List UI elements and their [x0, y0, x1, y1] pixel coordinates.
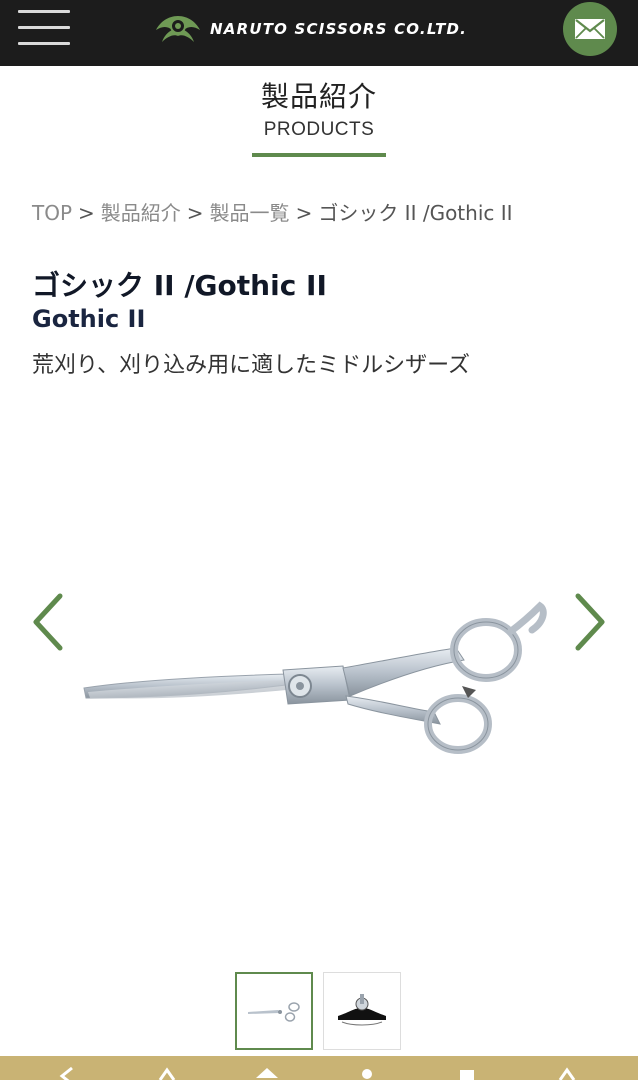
mail-icon [575, 19, 605, 39]
square-icon[interactable] [452, 1066, 482, 1080]
breadcrumb-separator: > [78, 201, 95, 225]
scissors-side-thumbnail-image [248, 1002, 300, 1022]
gallery-thumbnails [235, 972, 401, 1050]
home-icon[interactable] [252, 1066, 282, 1080]
thumbnail-scissors-closeup[interactable] [323, 972, 401, 1050]
footer-nav-bar [0, 1056, 638, 1080]
chevron-left-icon[interactable] [52, 1066, 82, 1080]
breadcrumb: TOP > 製品紹介 > 製品一覧 > ゴシック II /Gothic II [32, 197, 513, 226]
arrow-up-icon[interactable] [152, 1066, 182, 1080]
section-underline [252, 153, 386, 157]
product-description: 荒刈り、刈り込み用に適したミドルシザーズ [32, 353, 471, 378]
hamburger-menu-button[interactable] [18, 8, 72, 48]
product-title: ゴシック II /Gothic II [32, 269, 327, 302]
scissors-closeup-thumbnail-image [338, 994, 386, 1026]
logo-emblem-icon [156, 16, 200, 42]
person-icon[interactable] [352, 1066, 382, 1080]
product-subtitle: Gothic II [32, 305, 146, 333]
chevron-left-icon [33, 593, 63, 651]
chevron-right-icon [575, 593, 605, 651]
contact-mail-button[interactable] [563, 2, 617, 56]
section-title-jp: 製品紹介 [260, 80, 377, 113]
site-logo[interactable]: NARUTO SCISSORS CO.LTD. [154, 12, 467, 46]
breadcrumb-top-link[interactable]: TOP [32, 201, 72, 225]
breadcrumb-product-list-link[interactable]: 製品一覧 [210, 201, 290, 225]
brand-name: NARUTO SCISSORS CO.LTD. [210, 20, 468, 38]
gallery-next-button[interactable] [570, 590, 610, 654]
breadcrumb-current: ゴシック II /Gothic II [318, 201, 513, 225]
product-main-image [83, 601, 547, 754]
breadcrumb-separator: > [186, 201, 204, 225]
breadcrumb-products-link[interactable]: 製品紹介 [101, 201, 181, 225]
hamburger-icon [18, 10, 70, 13]
section-title-en: PRODUCTS [263, 119, 375, 140]
thumbnail-scissors-side[interactable] [235, 972, 313, 1050]
section-heading: 製品紹介 PRODUCTS [0, 78, 638, 157]
gallery-prev-button[interactable] [28, 590, 68, 654]
arrow-up-icon[interactable] [552, 1066, 582, 1080]
site-header: NARUTO SCISSORS CO.LTD. [0, 0, 638, 66]
breadcrumb-separator: > [295, 201, 313, 225]
